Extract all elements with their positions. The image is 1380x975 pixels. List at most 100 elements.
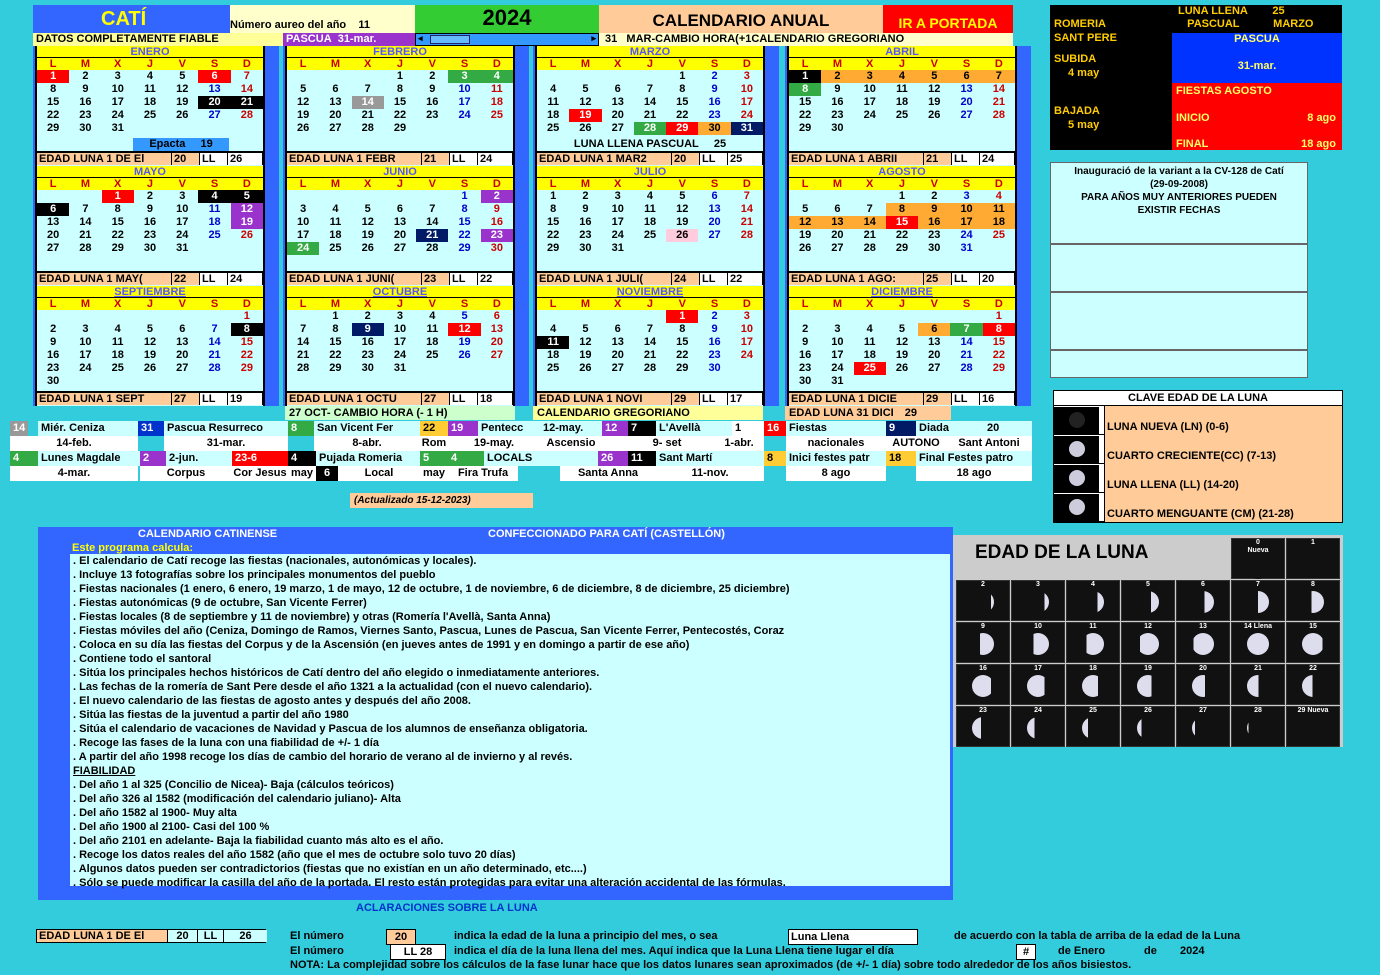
day-26[interactable]: 26 — [287, 122, 319, 135]
day-12[interactable]: 12 — [352, 216, 384, 229]
day-7[interactable]: 7 — [634, 83, 666, 96]
day-2[interactable]: 2 — [37, 323, 69, 336]
day-26[interactable]: 26 — [231, 229, 263, 242]
day-11[interactable]: 11 — [886, 83, 918, 96]
day-5[interactable]: 5 — [448, 310, 480, 323]
day-6[interactable]: 6 — [950, 70, 983, 83]
day-4[interactable]: 4 — [480, 70, 513, 83]
day-21[interactable]: 21 — [950, 349, 982, 362]
day-17[interactable]: 17 — [69, 349, 101, 362]
day-18[interactable]: 18 — [537, 349, 569, 362]
day-6[interactable]: 6 — [821, 203, 853, 216]
day-13[interactable]: 13 — [319, 96, 351, 109]
day-16[interactable]: 16 — [481, 216, 513, 229]
day-18[interactable]: 18 — [537, 109, 569, 122]
day-13[interactable]: 13 — [37, 216, 69, 229]
day-24[interactable]: 24 — [731, 349, 763, 362]
day-18[interactable]: 18 — [134, 96, 166, 109]
day-27[interactable]: 27 — [198, 109, 230, 122]
day-5[interactable]: 5 — [287, 83, 319, 96]
day-3[interactable]: 3 — [166, 190, 198, 203]
day-1[interactable]: 1 — [448, 190, 480, 203]
day-10[interactable]: 10 — [731, 83, 763, 96]
day-11[interactable]: 11 — [537, 336, 570, 349]
day-23[interactable]: 23 — [789, 362, 821, 375]
day-30[interactable]: 30 — [918, 242, 950, 255]
day-15[interactable]: 15 — [885, 216, 919, 229]
day-26[interactable]: 26 — [918, 109, 950, 122]
day-31[interactable]: 31 — [730, 122, 763, 135]
day-19[interactable]: 19 — [789, 229, 821, 242]
day-14[interactable]: 14 — [287, 336, 319, 349]
day-27[interactable]: 27 — [481, 349, 513, 362]
day-24[interactable]: 24 — [602, 229, 634, 242]
day-1[interactable]: 1 — [384, 70, 416, 83]
day-4[interactable]: 4 — [416, 310, 448, 323]
day-19[interactable]: 19 — [569, 349, 601, 362]
day-25[interactable]: 25 — [416, 349, 448, 362]
day-1[interactable]: 1 — [666, 310, 699, 323]
day-13[interactable]: 13 — [481, 323, 513, 336]
day-17[interactable]: 17 — [731, 336, 763, 349]
day-21[interactable]: 21 — [634, 109, 666, 122]
day-14[interactable]: 14 — [634, 336, 666, 349]
day-14[interactable]: 14 — [853, 216, 886, 229]
day-19[interactable]: 19 — [166, 96, 198, 109]
day-26[interactable]: 26 — [569, 362, 601, 375]
day-9[interactable]: 9 — [351, 323, 384, 336]
day-4[interactable]: 4 — [134, 70, 166, 83]
day-21[interactable]: 21 — [854, 229, 886, 242]
day-16[interactable]: 16 — [569, 216, 601, 229]
day-22[interactable]: 22 — [983, 349, 1015, 362]
day-28[interactable]: 28 — [854, 242, 886, 255]
day-7[interactable]: 7 — [231, 70, 263, 83]
day-20[interactable]: 20 — [698, 216, 730, 229]
day-10[interactable]: 10 — [102, 83, 134, 96]
day-12[interactable]: 12 — [666, 203, 698, 216]
day-17[interactable]: 17 — [287, 229, 319, 242]
day-7[interactable]: 7 — [416, 203, 448, 216]
day-19[interactable]: 19 — [448, 336, 480, 349]
day-6[interactable]: 6 — [698, 190, 730, 203]
day-29[interactable]: 29 — [37, 122, 69, 135]
day-14[interactable]: 14 — [231, 83, 263, 96]
day-23[interactable]: 23 — [821, 109, 853, 122]
day-15[interactable]: 15 — [983, 336, 1015, 349]
day-13[interactable]: 13 — [698, 203, 730, 216]
day-4[interactable]: 4 — [885, 70, 919, 83]
day-31[interactable]: 31 — [821, 375, 853, 388]
day-25[interactable]: 25 — [537, 122, 569, 135]
day-8[interactable]: 8 — [37, 83, 69, 96]
day-2[interactable]: 2 — [821, 70, 854, 83]
day-28[interactable]: 28 — [287, 362, 319, 375]
day-17[interactable]: 17 — [166, 216, 198, 229]
day-21[interactable]: 21 — [416, 229, 449, 242]
day-19[interactable]: 19 — [230, 216, 263, 229]
day-24[interactable]: 24 — [821, 362, 853, 375]
day-1[interactable]: 1 — [231, 310, 263, 323]
day-26[interactable]: 26 — [166, 109, 198, 122]
day-30[interactable]: 30 — [698, 122, 731, 135]
day-27[interactable]: 27 — [918, 362, 950, 375]
day-14[interactable]: 14 — [634, 96, 666, 109]
day-23[interactable]: 23 — [698, 349, 730, 362]
day-12[interactable]: 12 — [569, 96, 601, 109]
day-6[interactable]: 6 — [602, 323, 634, 336]
day-1[interactable]: 1 — [983, 310, 1015, 323]
day-9[interactable]: 9 — [481, 203, 513, 216]
day-3[interactable]: 3 — [731, 70, 763, 83]
day-13[interactable]: 13 — [950, 83, 982, 96]
day-18[interactable]: 18 — [854, 349, 886, 362]
day-10[interactable]: 10 — [854, 83, 886, 96]
day-14[interactable]: 14 — [69, 216, 101, 229]
day-25[interactable]: 25 — [886, 109, 918, 122]
day-18[interactable]: 18 — [198, 216, 230, 229]
day-12[interactable]: 12 — [230, 203, 263, 216]
day-17[interactable]: 17 — [950, 216, 983, 229]
day-24[interactable]: 24 — [102, 109, 134, 122]
day-24[interactable]: 24 — [287, 242, 320, 255]
day-26[interactable]: 26 — [134, 362, 166, 375]
day-9[interactable]: 9 — [821, 83, 853, 96]
day-4[interactable]: 4 — [983, 190, 1015, 203]
day-13[interactable]: 13 — [602, 96, 634, 109]
